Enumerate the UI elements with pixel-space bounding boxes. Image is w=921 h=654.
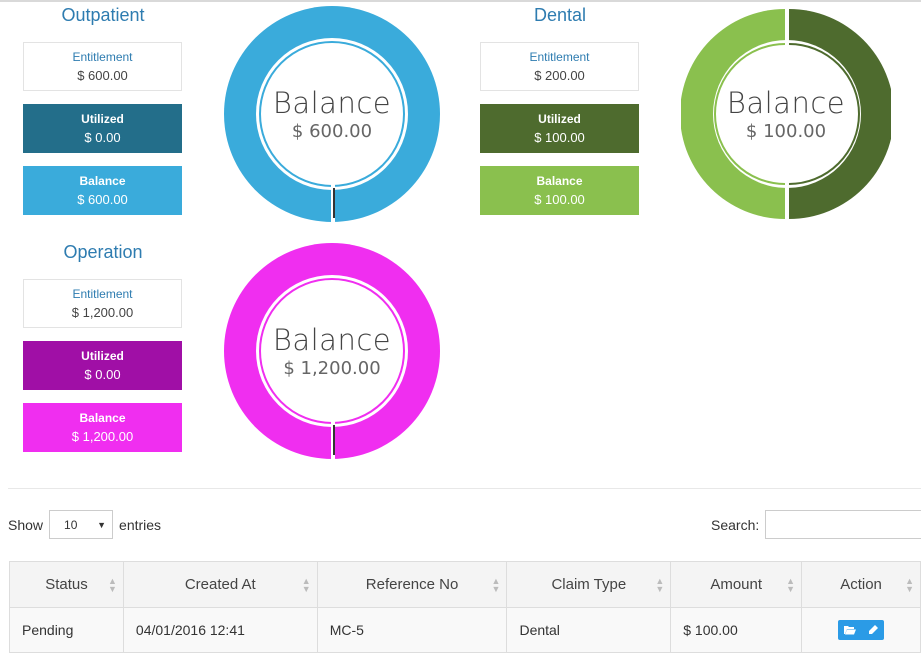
edit-button[interactable]: [861, 620, 884, 640]
claims-table: Status ▲ ▼ Created At ▲ ▼ Reference No ▲ ▼ Cla…: [9, 561, 921, 653]
header-claim-type[interactable]: Claim Type ▲ ▼: [506, 561, 672, 608]
sort-icon: ▲ ▼: [655, 576, 665, 594]
donut-title: Balance: [272, 322, 392, 357]
search-control: Search:: [711, 510, 921, 539]
utilized-value: $ 0.00: [84, 366, 121, 382]
cell-amount: $ 100.00: [670, 607, 803, 653]
dental-entitlement-box: Entitlement $ 200.00: [480, 42, 639, 91]
chevron-down-icon: ▼: [97, 519, 107, 530]
action-buttons: [838, 620, 885, 640]
outpatient-balance-donut: Balance $ 600.00: [224, 6, 440, 222]
cell-claim-type: Dental: [506, 607, 672, 653]
entries-label: entries: [119, 516, 162, 533]
view-button[interactable]: [838, 620, 861, 640]
sort-icon: ▲ ▼: [107, 576, 117, 594]
dental-balance-donut: Balance $ 100.00: [680, 8, 894, 220]
header-action[interactable]: Action ▲ ▼: [801, 561, 921, 608]
balance-value: $ 100.00: [534, 191, 585, 207]
entries-select[interactable]: 10 ▼: [49, 510, 114, 539]
dental-utilized-box: Utilized $ 100.00: [480, 104, 639, 153]
folder-open-icon: [843, 626, 856, 635]
outpatient-title: Outpatient: [61, 5, 145, 25]
donut-value: $ 600.00: [291, 120, 373, 142]
outpatient-utilized-box: Utilized $ 0.00: [23, 104, 182, 153]
entitlement-label: Entitlement: [72, 286, 133, 301]
outpatient-balance-box: Balance $ 600.00: [23, 166, 182, 215]
cell-status: Pending: [9, 607, 124, 653]
utilized-value: $ 100.00: [534, 129, 585, 145]
table-row: Pending 04/01/2016 12:41 MC-5 Dental $ 1…: [9, 607, 921, 653]
dental-balance-box: Balance $ 100.00: [480, 166, 639, 215]
utilized-value: $ 0.00: [84, 129, 121, 145]
outpatient-entitlement-box: Entitlement $ 600.00: [23, 42, 182, 91]
donut-title: Balance: [272, 85, 392, 120]
entitlement-value: $ 600.00: [77, 67, 128, 83]
donut-value: $ 100.00: [745, 120, 827, 142]
operation-balance-box: Balance $ 1,200.00: [23, 403, 182, 452]
balance-label: Balance: [536, 173, 583, 188]
header-created-at[interactable]: Created At ▲ ▼: [122, 561, 318, 608]
utilized-label: Utilized: [81, 348, 124, 363]
search-input[interactable]: [765, 510, 921, 539]
utilized-label: Utilized: [81, 111, 124, 126]
table-header-row: Status ▲ ▼ Created At ▲ ▼ Reference No ▲ ▼ Cla…: [9, 561, 921, 608]
balance-value: $ 600.00: [77, 191, 128, 207]
operation-entitlement-box: Entitlement $ 1,200.00: [23, 279, 182, 328]
dental-title: Dental: [533, 5, 587, 25]
header-amount[interactable]: Amount ▲ ▼: [670, 561, 803, 608]
entitlement-value: $ 200.00: [534, 67, 585, 83]
sort-icon: ▲ ▼: [301, 576, 311, 594]
show-label: Show: [8, 516, 44, 533]
cell-created-at: 04/01/2016 12:41: [122, 607, 318, 653]
sort-icon: ▲ ▼: [786, 576, 796, 594]
operation-title: Operation: [63, 242, 143, 262]
utilized-label: Utilized: [538, 111, 581, 126]
search-label: Search:: [711, 516, 760, 533]
pencil-icon: [868, 625, 878, 634]
top-border: [0, 0, 921, 2]
section-divider: [8, 488, 921, 489]
sort-icon: ▲ ▼: [905, 576, 914, 594]
balance-label: Balance: [79, 410, 126, 425]
header-reference-no[interactable]: Reference No ▲ ▼: [316, 561, 508, 608]
header-status[interactable]: Status ▲ ▼: [9, 561, 124, 608]
entitlement-label: Entitlement: [72, 49, 133, 64]
balance-value: $ 1,200.00: [71, 428, 134, 444]
donut-title: Balance: [726, 85, 846, 120]
entries-control: Show 10 ▼ entries: [8, 510, 161, 539]
cell-reference-no: MC-5: [316, 607, 508, 653]
entries-select-value: 10: [64, 517, 78, 532]
balance-label: Balance: [79, 173, 126, 188]
sort-icon: ▲ ▼: [491, 576, 501, 594]
cell-action: [801, 607, 921, 653]
entitlement-label: Entitlement: [529, 49, 590, 64]
operation-balance-donut: Balance $ 1,200.00: [224, 243, 440, 459]
donut-value: $ 1,200.00: [283, 357, 381, 379]
operation-utilized-box: Utilized $ 0.00: [23, 341, 182, 390]
entitlement-value: $ 1,200.00: [71, 304, 134, 320]
